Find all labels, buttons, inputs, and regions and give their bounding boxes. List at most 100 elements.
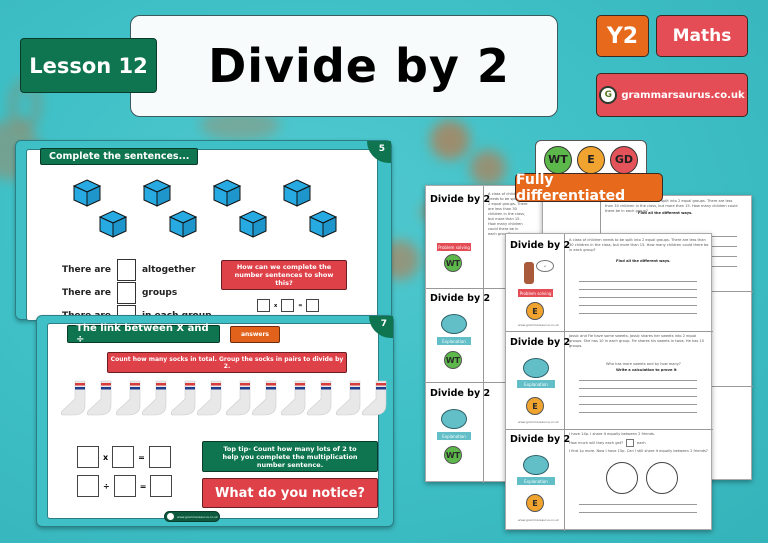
cube-icon <box>168 209 198 239</box>
question-answer-row: How much will they each get? each <box>569 439 646 447</box>
equation-box[interactable] <box>150 475 173 497</box>
equation-row: x = <box>257 299 320 312</box>
cube-icon <box>98 209 128 239</box>
operator: ÷ <box>103 481 110 491</box>
footer-url: www.grammarsaurus.co.uk <box>177 514 218 519</box>
answers-button[interactable]: answers <box>230 326 280 343</box>
find-ways-text: Find all the different ways. <box>638 211 693 215</box>
worksheet-title: Divide by 2 <box>430 388 491 399</box>
answer-line <box>579 313 697 314</box>
grammarsaurus-logo-icon <box>167 513 174 520</box>
slide-7: 7 The link between X and ÷ answers Count… <box>36 315 394 527</box>
fully-differentiated-banner: Fully differentiated <box>515 172 663 204</box>
equation-box[interactable] <box>257 299 270 312</box>
explanation-label: Explanation <box>517 477 555 485</box>
question-text: I find 1p more. Now I have 15p. Can I st… <box>569 449 708 453</box>
e-badge-icon: E <box>526 397 544 415</box>
answer-box[interactable] <box>116 259 136 281</box>
explanation-label: Explanation <box>517 380 555 388</box>
question-text: A class of children needs to be split in… <box>569 238 709 252</box>
sentence-text: There are <box>62 288 111 298</box>
thought-bubble-icon: ÷ <box>536 260 554 272</box>
slide-footer: www.grammarsaurus.co.uk <box>164 511 220 522</box>
lesson-badge: Lesson 12 <box>20 38 157 93</box>
worksheet-e: Divide by 2 ÷ Problem solving E www.gram… <box>505 233 713 531</box>
sock-icon <box>85 379 115 417</box>
question-box: What do you notice? <box>202 478 378 508</box>
e-badge-icon: E <box>526 302 544 320</box>
divider <box>506 429 713 430</box>
sock-icon <box>305 379 335 417</box>
sock-icon <box>140 379 170 417</box>
brand-badge[interactable]: G grammarsaurus.co.uk <box>596 73 748 117</box>
worksheet-title: Divide by 2 <box>430 293 491 304</box>
division-equation: ÷ = <box>77 475 173 497</box>
equation-box[interactable] <box>148 446 171 468</box>
answer-box[interactable] <box>626 439 635 447</box>
e-level-icon: E <box>577 145 605 174</box>
wt-badge-icon: WT <box>444 446 462 464</box>
cube-icon <box>142 178 172 208</box>
sock-icon <box>250 379 280 417</box>
question-text: I have 14p. I share it equally between 2… <box>569 432 656 436</box>
operator: x <box>103 452 109 462</box>
worksheet-title: Divide by 2 <box>430 194 491 205</box>
answer-box[interactable] <box>116 282 136 304</box>
wt-level-icon: WT <box>544 145 572 174</box>
worksheet-footer: www.grammarsaurus.co.uk <box>518 323 559 327</box>
divider <box>506 331 713 332</box>
worksheet-footer: www.grammarsaurus.co.uk <box>518 420 559 424</box>
find-ways-text: Find all the different ways. <box>616 259 671 263</box>
question-text: Jassic and Fie have some sweets. Jassic … <box>569 334 704 348</box>
background-blob <box>430 120 470 160</box>
cube-icon <box>72 178 102 208</box>
operator: x <box>274 302 278 309</box>
answer-line <box>579 289 697 290</box>
gd-level-icon: GD <box>610 145 638 174</box>
answer-line <box>579 512 697 513</box>
operator: = <box>138 452 145 462</box>
multiplication-equation: x = <box>77 446 171 468</box>
unit-text: each <box>637 440 646 445</box>
sentence-row: There are groups <box>62 282 177 304</box>
answer-line <box>579 380 697 381</box>
top-tip-box: Top tip- Count how many lots of 2 to hel… <box>202 441 378 472</box>
speech-bubble-icon <box>523 455 549 475</box>
question-prompt: Who has more sweets and by how many? <box>606 362 681 366</box>
equation-box[interactable] <box>113 475 136 497</box>
explanation-label: Explanation <box>437 337 471 345</box>
title-card: Divide by 2 <box>130 15 558 117</box>
brand-url: grammarsaurus.co.uk <box>621 89 745 101</box>
cube-icon <box>282 178 312 208</box>
answer-line <box>579 297 697 298</box>
sharing-circle <box>646 462 678 494</box>
sentence-text: There are <box>62 265 111 275</box>
equation-box[interactable] <box>112 446 135 468</box>
sentence-text: groups <box>141 288 178 298</box>
equation-box[interactable] <box>77 446 99 468</box>
sharing-circle <box>606 462 638 494</box>
worksheet-title: Divide by 2 <box>510 434 571 445</box>
sentence-text: altogether <box>141 265 196 275</box>
equation-box[interactable] <box>306 299 320 312</box>
wt-badge-icon: WT <box>444 254 462 272</box>
explanation-label: Explanation <box>437 432 471 440</box>
sock-icon <box>195 379 225 417</box>
cube-icon <box>308 209 338 239</box>
background-blob <box>470 150 506 186</box>
worksheet-title: Divide by 2 <box>510 337 571 348</box>
answer-line <box>579 504 697 505</box>
year-badge: Y2 <box>596 15 649 57</box>
equation-box[interactable] <box>281 299 295 312</box>
operator: = <box>298 302 303 309</box>
answer-line <box>579 305 697 306</box>
prompt-box: How can we complete the number sentences… <box>221 260 347 290</box>
worksheet-footer: www.grammarsaurus.co.uk <box>518 518 559 522</box>
child-thinking-icon <box>524 262 534 284</box>
equation-box[interactable] <box>77 475 99 497</box>
slide-heading: Complete the sentences... <box>40 148 199 165</box>
sentence-row: There are altogether <box>62 259 195 281</box>
slide-5: 5 Complete the sentences... There are al… <box>15 140 392 327</box>
speech-bubble-icon <box>523 358 549 378</box>
answer-line <box>579 396 697 397</box>
